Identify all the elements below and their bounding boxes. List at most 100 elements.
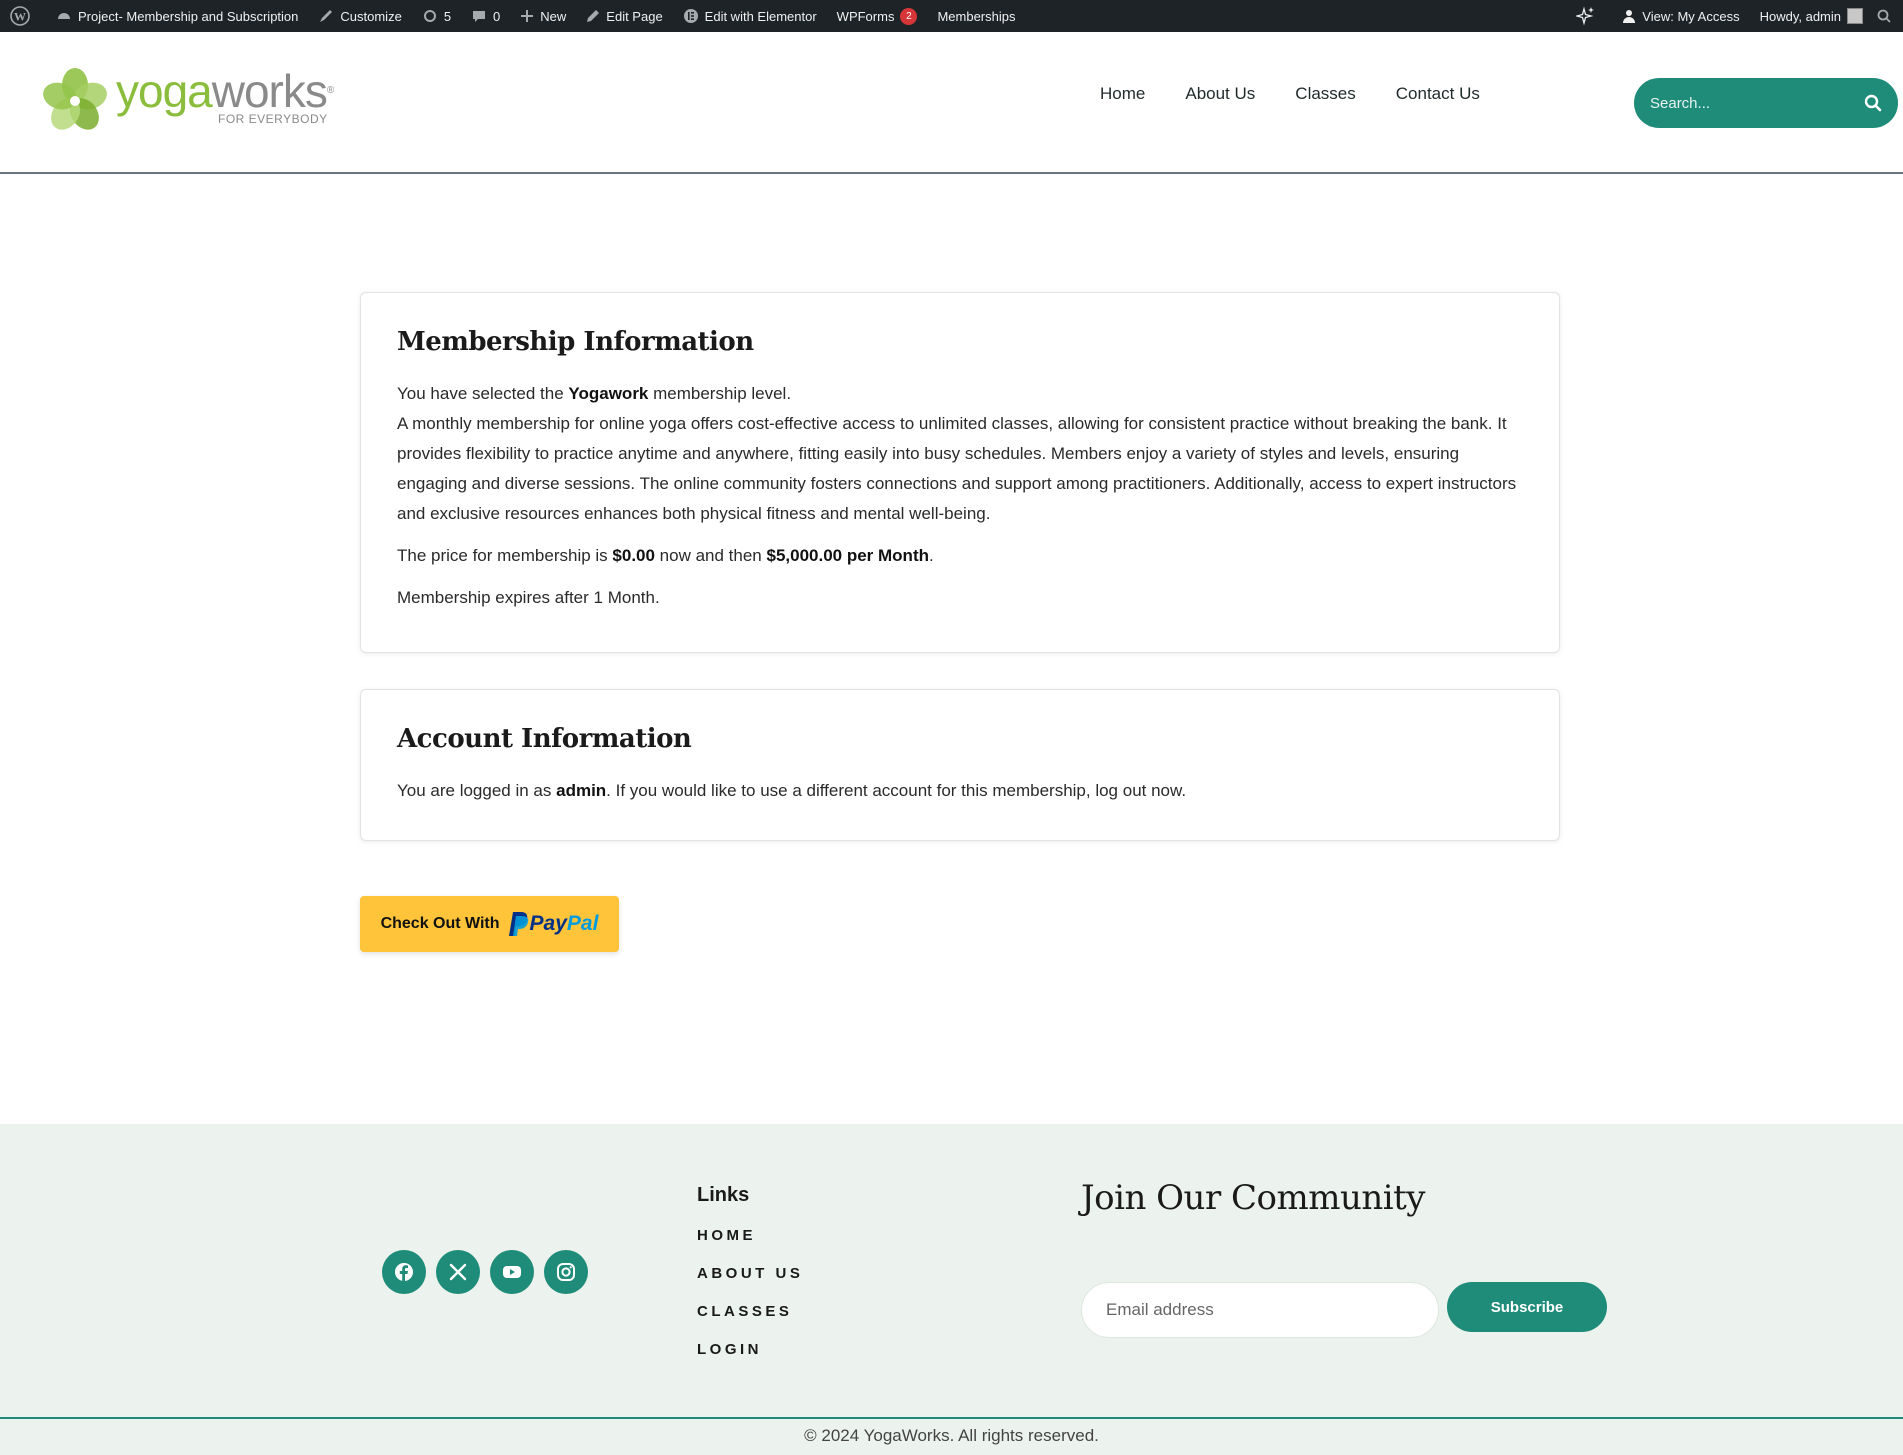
price-end: . xyxy=(929,546,934,565)
wpforms-badge: 2 xyxy=(900,7,918,25)
footer-link-classes[interactable]: CLASSES xyxy=(697,1302,803,1340)
customize-label: Customize xyxy=(340,8,402,24)
view-access-label: View: My Access xyxy=(1642,8,1740,24)
instagram-icon xyxy=(557,1263,575,1281)
footer-links: HOME ABOUT US CLASSES LOGIN xyxy=(697,1226,803,1378)
howdy-label: Howdy, admin xyxy=(1759,8,1841,24)
admin-bar: W Project- Membership and Subscription C… xyxy=(0,0,1903,32)
site-name-link[interactable]: Project- Membership and Subscription xyxy=(46,0,308,32)
my-account-link[interactable]: Howdy, admin xyxy=(1750,0,1873,32)
price-prefix: The price for membership is xyxy=(397,546,613,565)
logo-tagline: FOR EVERYBODY xyxy=(218,112,328,126)
search-icon[interactable] xyxy=(1864,94,1882,112)
wpforms-link[interactable]: WPForms 2 xyxy=(827,0,928,32)
updates-link[interactable]: 5 xyxy=(412,0,461,32)
wordpress-icon: W xyxy=(10,6,30,26)
instagram-link[interactable] xyxy=(544,1250,588,1294)
brush-icon xyxy=(320,10,333,22)
edit-page-label: Edit Page xyxy=(606,8,663,24)
social-links xyxy=(382,1250,598,1294)
facebook-link[interactable] xyxy=(382,1250,426,1294)
join-community-title: Join Our Community xyxy=(1081,1178,1426,1218)
ai-sparkle-button[interactable] xyxy=(1566,0,1612,32)
nav-home[interactable]: Home xyxy=(1100,84,1145,104)
account-info-card: Account Information You are logged in as… xyxy=(360,689,1560,841)
comments-count: 0 xyxy=(493,8,501,24)
email-field[interactable] xyxy=(1081,1282,1439,1338)
checkout-label: Check Out With xyxy=(380,915,500,932)
pencil-icon xyxy=(587,10,600,22)
wordpress-logo-button[interactable]: W xyxy=(0,0,46,32)
copyright-text: © 2024 YogaWorks. All rights reserved. xyxy=(804,1426,1099,1445)
edit-elementor-link[interactable]: Edit with Elementor xyxy=(673,0,827,32)
wpforms-label: WPForms xyxy=(836,8,895,24)
site-name-label: Project- Membership and Subscription xyxy=(78,8,299,24)
membership-description: A monthly membership for online yoga off… xyxy=(397,414,1517,523)
comment-icon xyxy=(473,11,486,22)
site-logo[interactable]: yogaworks® FOR EVERYBODY xyxy=(40,65,334,136)
selected-level-text: You have selected the Yogawork membershi… xyxy=(397,379,1523,409)
search-input[interactable] xyxy=(1650,94,1864,112)
x-icon xyxy=(449,1263,467,1281)
paypal-word-pay: Pay xyxy=(529,912,567,935)
selected-prefix: You have selected the xyxy=(397,384,569,403)
site-footer: Links HOME ABOUT US CLASSES LOGIN Join O… xyxy=(0,1124,1903,1455)
account-info-title: Account Information xyxy=(397,724,692,754)
updates-count: 5 xyxy=(443,8,452,24)
site-header: yogaworks® FOR EVERYBODY Home About Us C… xyxy=(0,32,1903,174)
memberships-link[interactable]: Memberships xyxy=(927,0,1025,32)
subscribe-button[interactable]: Subscribe xyxy=(1447,1282,1607,1332)
footer-links-title: Links xyxy=(697,1184,750,1206)
nav-contact-us[interactable]: Contact Us xyxy=(1396,84,1480,104)
membership-info-card: Membership Information You have selected… xyxy=(360,292,1560,653)
user-icon xyxy=(1623,10,1636,23)
facebook-icon xyxy=(395,1263,413,1281)
footer-divider xyxy=(0,1417,1903,1419)
price-text: The price for membership is $0.00 now an… xyxy=(397,541,1523,571)
memberships-label: Memberships xyxy=(937,8,1016,24)
expires-text: Membership expires after 1 Month. xyxy=(397,588,660,607)
nav-classes[interactable]: Classes xyxy=(1295,84,1355,104)
logo-word-yoga: yoga xyxy=(116,65,213,117)
paypal-wordmark: PayPal xyxy=(530,912,599,936)
edit-page-link[interactable]: Edit Page xyxy=(576,0,672,32)
logged-suffix: . If you would like to use a different a… xyxy=(606,781,1187,800)
dashboard-icon xyxy=(58,13,70,19)
level-name: Yogawork xyxy=(568,384,649,403)
new-label: New xyxy=(540,8,567,24)
nav-about-us[interactable]: About Us xyxy=(1185,84,1255,104)
paypal-checkout-button[interactable]: Check Out With PayPal xyxy=(360,896,619,952)
admin-search-button[interactable] xyxy=(1873,0,1903,32)
main-nav: Home About Us Classes Contact Us xyxy=(1080,84,1500,104)
view-access-link[interactable]: View: My Access xyxy=(1612,0,1749,32)
footer-link-about-us[interactable]: ABOUT US xyxy=(697,1264,803,1302)
logged-prefix: You are logged in as xyxy=(397,781,557,800)
paypal-word-pal: Pal xyxy=(566,912,599,935)
svg-text:W: W xyxy=(14,10,26,24)
footer-link-login[interactable]: LOGIN xyxy=(697,1340,803,1378)
username: admin xyxy=(556,781,607,800)
new-content-link[interactable]: New xyxy=(510,0,576,32)
customize-link[interactable]: Customize xyxy=(308,0,411,32)
logo-wordmark: yogaworks® xyxy=(116,65,334,117)
updates-icon xyxy=(423,10,436,22)
logo-word-works: works xyxy=(211,65,328,117)
x-link[interactable] xyxy=(436,1250,480,1294)
registered-mark: ® xyxy=(326,85,334,96)
plus-icon xyxy=(521,10,534,22)
price-recurring: $5,000.00 per Month xyxy=(766,546,929,565)
comments-link[interactable]: 0 xyxy=(461,0,510,32)
yogaworks-flower-icon xyxy=(43,68,107,130)
header-search xyxy=(1634,78,1898,128)
footer-link-home[interactable]: HOME xyxy=(697,1226,803,1264)
avatar xyxy=(1847,8,1863,24)
youtube-link[interactable] xyxy=(490,1250,534,1294)
price-mid: now and then xyxy=(654,546,767,565)
membership-info-title: Membership Information xyxy=(397,327,754,357)
youtube-icon xyxy=(503,1266,521,1278)
price-now: $0.00 xyxy=(612,546,655,565)
logged-in-text: You are logged in as admin. If you would… xyxy=(397,776,1523,806)
search-icon xyxy=(1877,9,1891,23)
edit-elementor-label: Edit with Elementor xyxy=(704,8,817,24)
logo-text: yogaworks® FOR EVERYBODY xyxy=(116,65,334,126)
